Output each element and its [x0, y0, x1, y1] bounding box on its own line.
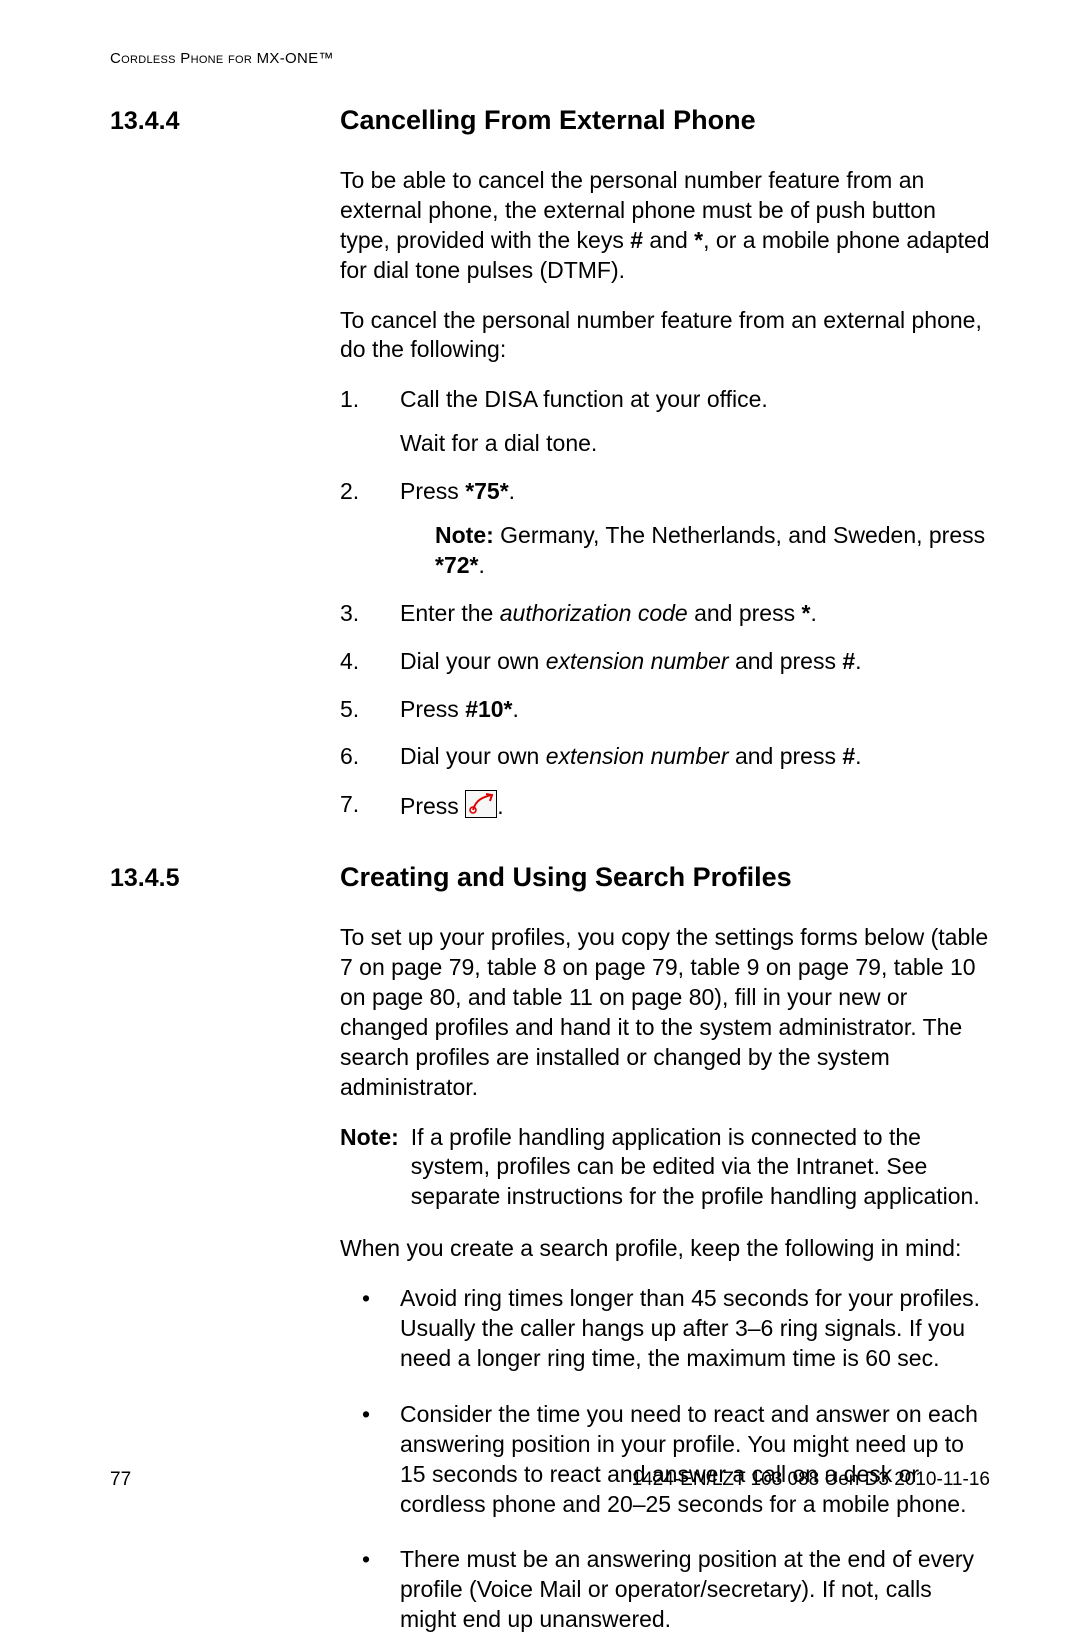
section-number: 13.4.5: [110, 864, 340, 893]
text: .: [478, 552, 484, 578]
text: .: [509, 478, 515, 504]
key-hash: #: [842, 648, 855, 674]
key-hash: #: [842, 743, 855, 769]
running-head: Cordless Phone for MX-ONE™: [110, 50, 990, 67]
page-number: 77: [110, 1469, 131, 1491]
text: Germany, The Netherlands, and Sweden, pr…: [494, 522, 985, 548]
note-block: Note: If a profile handling application …: [340, 1123, 990, 1213]
paragraph: To be able to cancel the personal number…: [340, 166, 990, 286]
paragraph: To cancel the personal number feature fr…: [340, 306, 990, 366]
text: .: [497, 793, 503, 819]
text: .: [513, 696, 519, 722]
step-number: 1.: [340, 385, 359, 415]
text: Press: [400, 478, 465, 504]
step-number: 2.: [340, 477, 359, 507]
text: Enter the: [400, 600, 500, 626]
term: authorization code: [500, 600, 688, 626]
section-number: 13.4.4: [110, 107, 340, 136]
list-item: 4. Dial your own extension number and pr…: [340, 647, 990, 677]
text: Dial your own: [400, 743, 546, 769]
section-title: Creating and Using Search Profiles: [340, 862, 792, 893]
dial-code: *75*: [465, 478, 508, 504]
section-heading-13-4-5: 13.4.5 Creating and Using Search Profile…: [110, 862, 990, 893]
list-item: 7. Press .: [340, 790, 990, 822]
text: Call the DISA function at your office.: [400, 386, 768, 412]
step-note: Note: Germany, The Netherlands, and Swed…: [400, 521, 990, 581]
note-text: If a profile handling application is con…: [411, 1123, 990, 1213]
list-item: Avoid ring times longer than 45 seconds …: [340, 1284, 990, 1374]
step-number: 7.: [340, 790, 359, 820]
list-item: 5. Press #10*.: [340, 695, 990, 725]
page-footer: 77 1424-EN/LZT 103 088 Uen D3 2010-11-16: [110, 1469, 990, 1491]
step-subtext: Wait for a dial tone.: [400, 429, 990, 459]
page: Cordless Phone for MX-ONE™ 13.4.4 Cancel…: [0, 0, 1080, 1527]
dial-code: #10*: [465, 696, 512, 722]
end-call-key-icon: [465, 790, 497, 818]
text: and press: [688, 600, 802, 626]
section-title: Cancelling From External Phone: [340, 105, 756, 136]
paragraph: When you create a search profile, keep t…: [340, 1234, 990, 1264]
paragraph: To set up your profiles, you copy the se…: [340, 923, 990, 1102]
step-number: 4.: [340, 647, 359, 677]
section-body-13-4-5: To set up your profiles, you copy the se…: [340, 923, 990, 1635]
key-star: *: [694, 227, 703, 253]
list-item: 3. Enter the authorization code and pres…: [340, 599, 990, 629]
ordered-steps: 1. Call the DISA function at your office…: [340, 385, 990, 822]
text: .: [855, 743, 861, 769]
section-body-13-4-4: To be able to cancel the personal number…: [340, 166, 990, 822]
step-number: 6.: [340, 742, 359, 772]
dial-code: *72*: [435, 552, 478, 578]
text: and: [643, 227, 694, 253]
list-item: 6. Dial your own extension number and pr…: [340, 742, 990, 772]
list-item: 2. Press *75*. Note: Germany, The Nether…: [340, 477, 990, 581]
key-hash: #: [630, 227, 643, 253]
list-item: Consider the time you need to react and …: [340, 1400, 990, 1520]
bullet-list: Avoid ring times longer than 45 seconds …: [340, 1284, 990, 1635]
list-item: 1. Call the DISA function at your office…: [340, 385, 990, 459]
term: extension number: [546, 648, 729, 674]
note-label: Note:: [435, 522, 494, 548]
term: extension number: [546, 743, 729, 769]
list-item: There must be an answering position at t…: [340, 1545, 990, 1635]
text: and press: [729, 648, 843, 674]
note-label: Note:: [340, 1123, 411, 1213]
section-heading-13-4-4: 13.4.4 Cancelling From External Phone: [110, 105, 990, 136]
text: Press: [400, 793, 465, 819]
text: Press: [400, 696, 465, 722]
text: Dial your own: [400, 648, 546, 674]
step-number: 3.: [340, 599, 359, 629]
text: .: [810, 600, 816, 626]
step-number: 5.: [340, 695, 359, 725]
doc-id: 1424-EN/LZT 103 088 Uen D3 2010-11-16: [632, 1469, 990, 1491]
text: and press: [729, 743, 843, 769]
text: .: [855, 648, 861, 674]
